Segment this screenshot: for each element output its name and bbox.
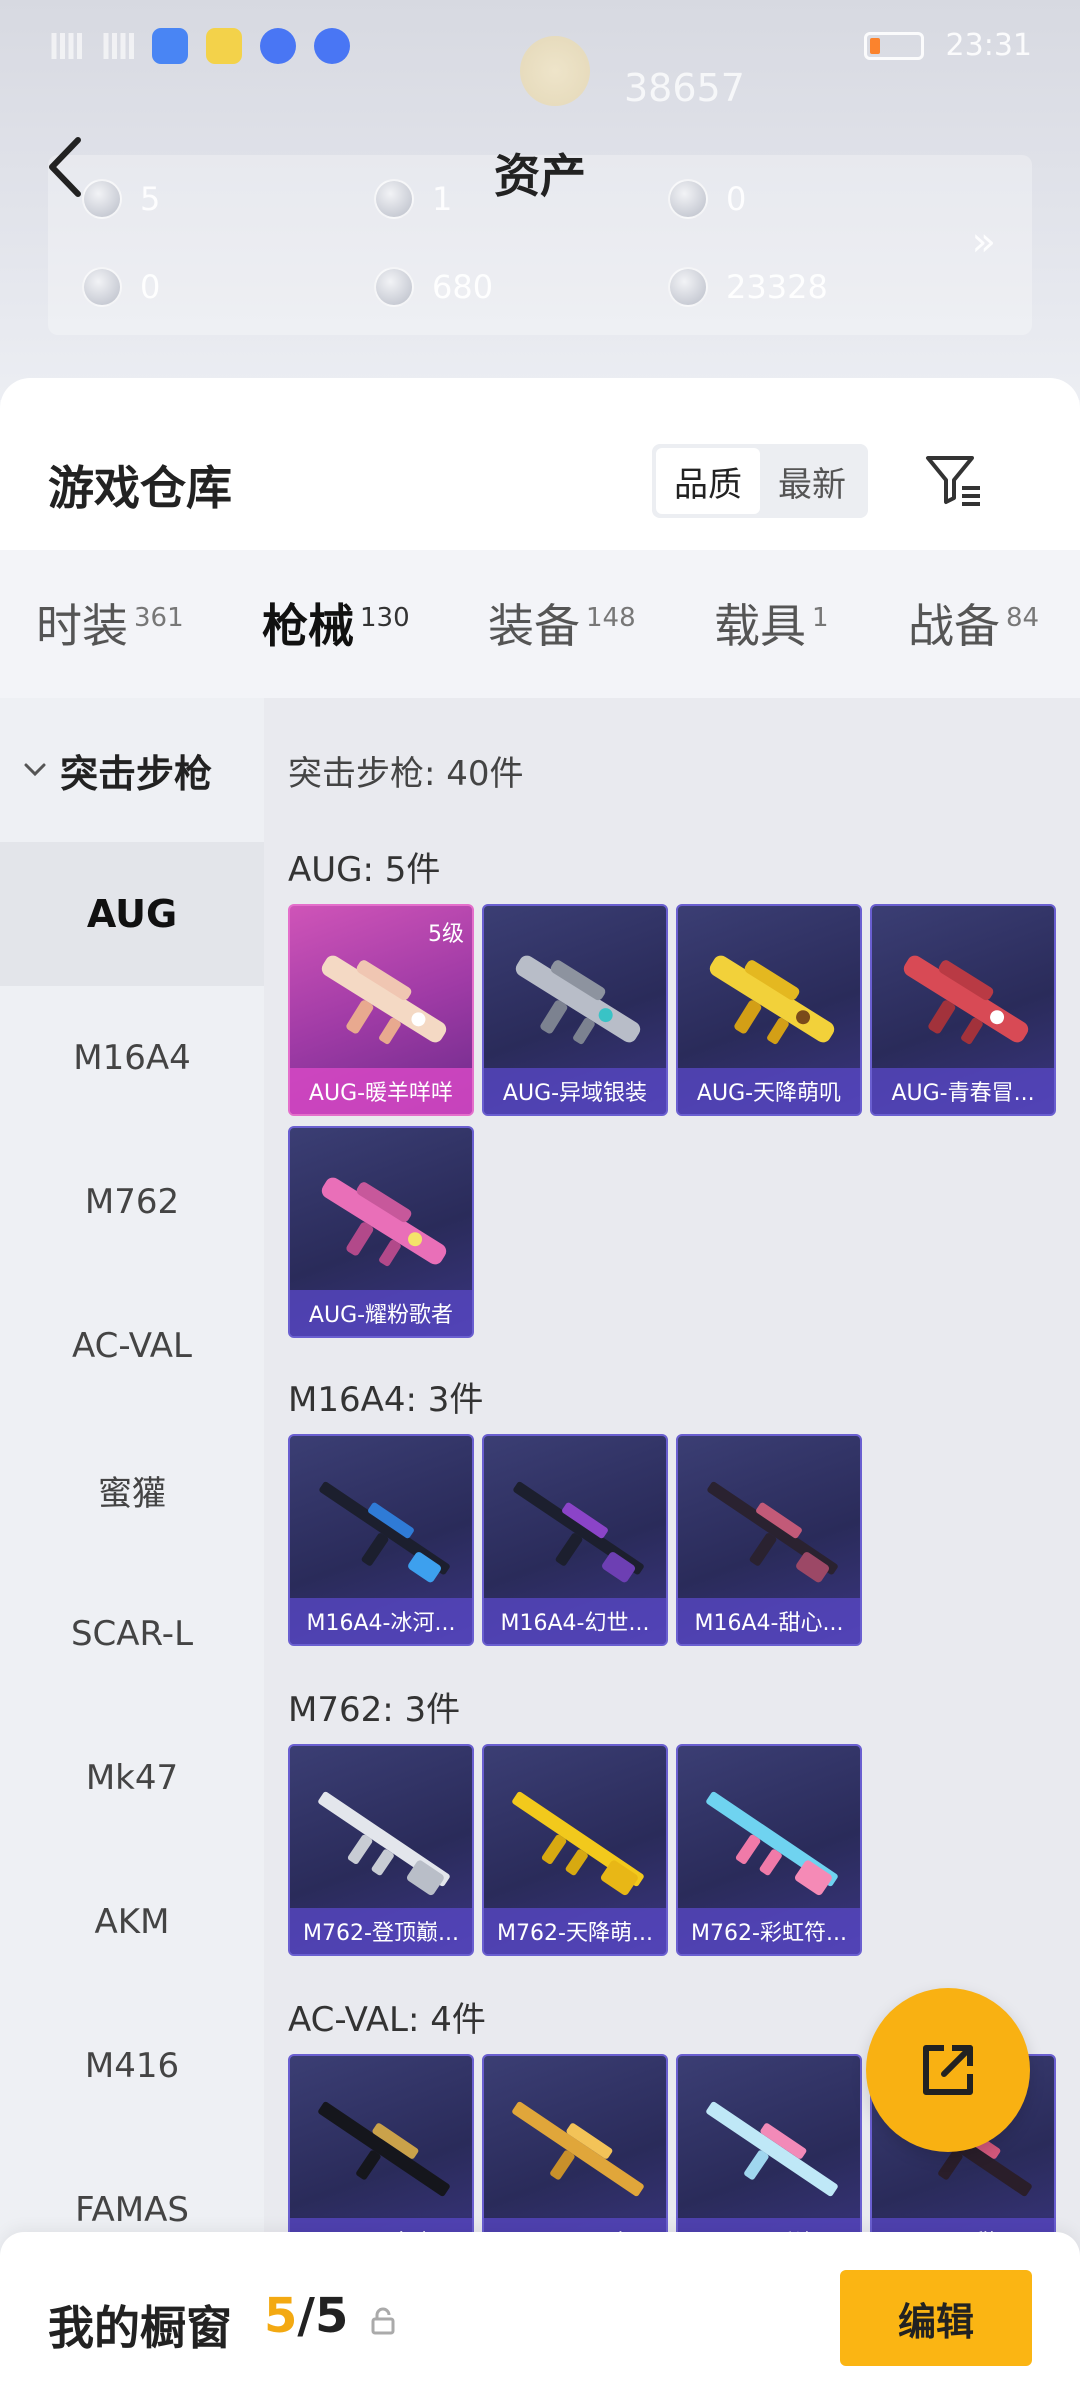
warehouse-title: 游戏仓库 bbox=[48, 461, 232, 515]
weapon-tile[interactable]: AUG-异域银装 bbox=[482, 904, 668, 1116]
aug-skin-image bbox=[709, 955, 835, 1045]
warehouse-header: 游戏仓库 品质 最新 bbox=[0, 378, 1080, 550]
section-title-m16a4: M16A4: 3件 bbox=[288, 1380, 484, 1420]
showcase-count: 5/5 bbox=[264, 2288, 349, 2344]
weapon-tile[interactable]: AUG-天降萌叽 bbox=[676, 904, 862, 1116]
weapon-tile[interactable]: AUG-耀粉歌者 bbox=[288, 1126, 474, 1338]
card-icon bbox=[82, 267, 122, 307]
tab-supplies[interactable]: 战备 84 bbox=[908, 590, 1039, 656]
section-title-ac-val: AC-VAL: 4件 bbox=[288, 2000, 486, 2040]
section-title-m762: M762: 3件 bbox=[288, 1690, 461, 1730]
aug-skin-image bbox=[515, 955, 641, 1045]
weapon-sidebar: 突击步枪 AUG M16A4 M762 AC-VAL 蜜獾 SCAR-L Mk4… bbox=[0, 698, 264, 2400]
sidebar-item-honey-badger[interactable]: 蜜獾 bbox=[0, 1418, 264, 1562]
sidebar-item-akm[interactable]: AKM bbox=[0, 1850, 264, 1994]
ac-val-skin-image bbox=[512, 2101, 644, 2197]
weapon-tile[interactable]: M762-彩虹符... bbox=[676, 1744, 862, 1956]
m16a4-skin-image bbox=[513, 1481, 644, 1583]
bp-coin-icon bbox=[668, 267, 708, 307]
meituan-icon bbox=[206, 28, 242, 64]
category-summary: 突击步枪: 40件 bbox=[288, 754, 524, 794]
edit-button[interactable]: 编辑 bbox=[840, 2270, 1032, 2366]
asset-item: 23328 bbox=[668, 267, 828, 307]
header-area: 23:31 38657 5 1 0 0 680 23328 » 资产 bbox=[0, 0, 1080, 400]
silver-coin-icon bbox=[374, 267, 414, 307]
sidebar-item-aug[interactable]: AUG bbox=[0, 842, 264, 986]
app-store-icon bbox=[152, 28, 188, 64]
asset-item: 0 bbox=[82, 267, 160, 307]
tab-weapons[interactable]: 枪械 130 bbox=[262, 590, 410, 656]
tab-equipment[interactable]: 装备 148 bbox=[488, 590, 636, 656]
weapon-tile[interactable]: M762-登顶巅... bbox=[288, 1744, 474, 1956]
sort-quality-button[interactable]: 品质 bbox=[656, 448, 760, 514]
filter-button[interactable] bbox=[922, 448, 986, 512]
faded-score: 38657 bbox=[624, 66, 745, 110]
sidebar-item-scar-l[interactable]: SCAR-L bbox=[0, 1562, 264, 1706]
share-icon bbox=[923, 2045, 973, 2095]
sort-newest-button[interactable]: 最新 bbox=[760, 448, 864, 514]
tab-outfits[interactable]: 时装 361 bbox=[36, 590, 184, 656]
weapon-tile[interactable]: AUG-青春冒... bbox=[870, 904, 1056, 1116]
share-button[interactable] bbox=[866, 1988, 1030, 2152]
sidebar-category[interactable]: 突击步枪 bbox=[0, 698, 264, 842]
app-icon bbox=[260, 28, 296, 64]
weapon-tile[interactable]: M762-天降萌... bbox=[482, 1744, 668, 1956]
weapon-tile[interactable]: M16A4-甜心... bbox=[676, 1434, 862, 1646]
chevron-down-icon bbox=[24, 763, 46, 777]
sidebar-item-m16a4[interactable]: M16A4 bbox=[0, 986, 264, 1130]
showcase-bar: 我的橱窗 5/5 编辑 bbox=[0, 2232, 1080, 2400]
signal-icon bbox=[48, 33, 82, 59]
aug-skin-image bbox=[903, 955, 1029, 1045]
signal-icon-2 bbox=[100, 33, 134, 59]
tab-vehicles[interactable]: 载具 1 bbox=[714, 590, 829, 656]
m762-skin-image bbox=[706, 1791, 838, 1896]
sidebar-item-mk47[interactable]: Mk47 bbox=[0, 1706, 264, 1850]
aug-skin-image bbox=[321, 1177, 447, 1267]
clock: 23:31 bbox=[945, 28, 1032, 63]
page-title: 资产 bbox=[494, 149, 586, 203]
weapon-tile[interactable]: 5级 AUG-暖羊咩咩 bbox=[288, 904, 474, 1116]
m762-skin-image bbox=[512, 1791, 644, 1896]
ac-val-skin-image bbox=[318, 2101, 450, 2197]
sort-switch: 品质 最新 bbox=[652, 444, 868, 518]
sidebar-item-m762[interactable]: M762 bbox=[0, 1130, 264, 1274]
m16a4-skin-image bbox=[707, 1481, 838, 1583]
weapon-tile[interactable]: M16A4-幻世... bbox=[482, 1434, 668, 1646]
battery-icon bbox=[863, 31, 924, 60]
more-assets-icon: » bbox=[971, 219, 996, 265]
filter-icon bbox=[926, 456, 980, 506]
sidebar-item-m416[interactable]: M416 bbox=[0, 1994, 264, 2138]
asset-item: 680 bbox=[374, 267, 493, 307]
weapon-tile[interactable]: M16A4-冰河... bbox=[288, 1434, 474, 1646]
lock-icon bbox=[371, 2307, 395, 2335]
showcase-label: 我的橱窗 bbox=[48, 2301, 232, 2355]
section-title-aug: AUG: 5件 bbox=[288, 850, 441, 890]
app-icon-2 bbox=[314, 28, 350, 64]
rank-emblem-icon bbox=[520, 36, 590, 106]
ac-val-skin-image bbox=[706, 2101, 838, 2197]
m762-skin-image bbox=[318, 1791, 450, 1896]
category-tabs: 时装 361 枪械 130 装备 148 载具 1 战备 84 bbox=[0, 550, 1080, 844]
sidebar-item-ac-val[interactable]: AC-VAL bbox=[0, 1274, 264, 1418]
m16a4-skin-image bbox=[319, 1481, 450, 1583]
aug-skin-image bbox=[321, 955, 447, 1045]
